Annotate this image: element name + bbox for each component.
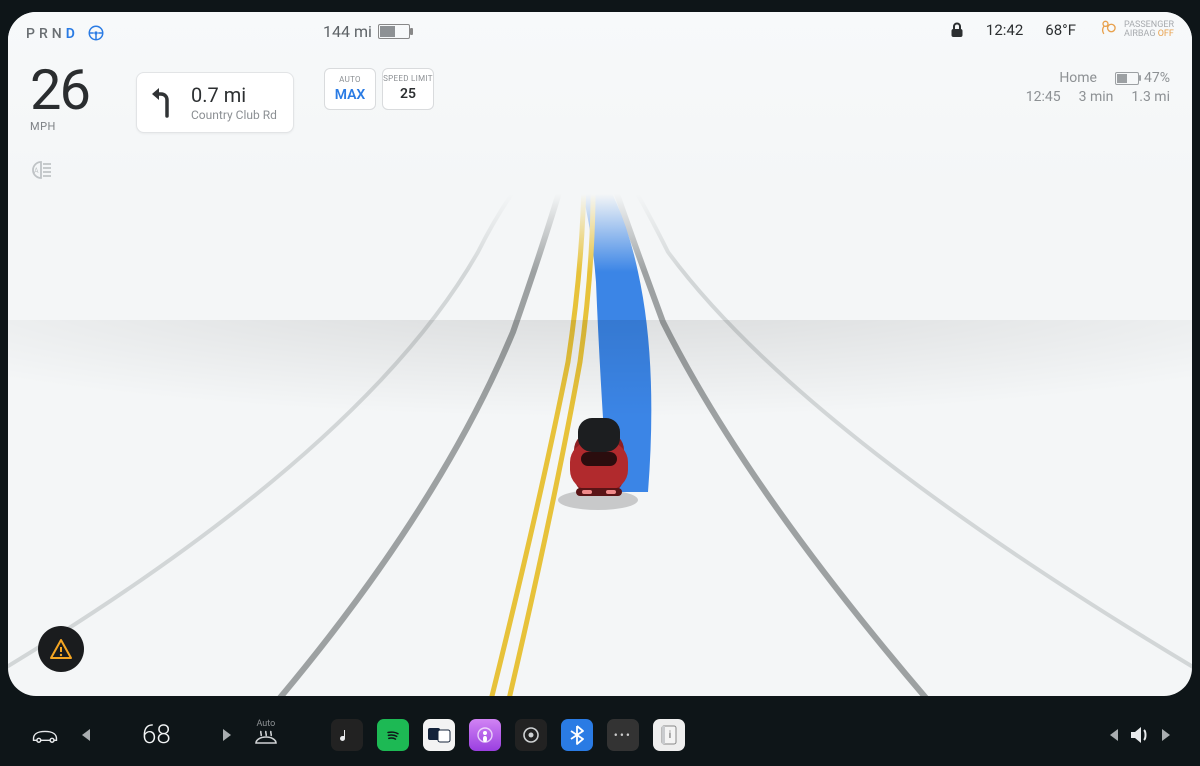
temp-up-button[interactable] [223, 729, 231, 741]
speed-limit-sign: SPEED LIMIT 25 [382, 68, 434, 110]
manual-app-icon[interactable]: i [653, 719, 685, 751]
cabin-temp[interactable]: 68 [142, 720, 171, 750]
svg-text:i: i [669, 730, 671, 741]
turn-road: Country Club Rd [191, 108, 277, 122]
more-apps-button[interactable]: ••• [607, 719, 639, 751]
lock-icon[interactable] [950, 22, 964, 38]
trip-duration: 3 min [1079, 89, 1114, 105]
tunein-app-icon[interactable] [423, 719, 455, 751]
destination-name: Home [1059, 70, 1097, 86]
next-turn-card[interactable]: 0.7 mi Country Club Rd [136, 72, 294, 133]
svg-text:A: A [34, 167, 39, 175]
passenger-airbag-indicator: PASSENGER AIRBAG OFF [1098, 18, 1174, 41]
trip-distance: 1.3 mi [1131, 89, 1170, 105]
speed-limits: AUTO MAX SPEED LIMIT 25 [324, 68, 434, 110]
car-controls-icon[interactable] [30, 720, 60, 750]
status-bar-right: 12:42 68°F PASSENGER AIRBAG OFF [950, 18, 1174, 41]
clock: 12:42 [986, 21, 1023, 39]
battery-icon [378, 24, 410, 39]
exterior-temp: 68°F [1045, 21, 1076, 39]
bottom-dock: 68 Auto ••• i [0, 704, 1200, 766]
arrival-time: 12:45 [1026, 89, 1061, 105]
music-app-icon[interactable] [331, 719, 363, 751]
podcasts-app-icon[interactable] [469, 719, 501, 751]
alert-button[interactable] [38, 626, 84, 672]
touchscreen: PRND 144 mi 12:42 68°F PASSENGER AIRBAG … [8, 12, 1192, 696]
turn-distance: 0.7 mi [191, 83, 277, 107]
gear-indicator: PRND [26, 26, 79, 42]
trip-summary[interactable]: Home 47% 12:45 3 min 1.3 mi [1026, 70, 1170, 105]
temp-down-button[interactable] [82, 729, 90, 741]
arrival-battery: 47% [1115, 70, 1170, 86]
auto-highbeam-icon: A [28, 160, 54, 184]
defrost-button[interactable]: Auto [253, 719, 279, 751]
defrost-mode-label: Auto [256, 719, 275, 729]
bluetooth-app-icon[interactable] [561, 719, 593, 751]
speed-value: 26 [30, 62, 89, 118]
range-indicator: 144 mi [323, 22, 410, 41]
volume-control[interactable] [1110, 724, 1170, 746]
range-miles: 144 mi [323, 22, 372, 41]
autopilot-icon [87, 24, 105, 46]
volume-up-button[interactable] [1162, 729, 1170, 741]
airbag-icon [1098, 18, 1118, 41]
speedometer: 26 MPH [30, 62, 89, 133]
autopilot-max-button[interactable]: AUTO MAX [324, 68, 376, 110]
speaker-icon [1128, 724, 1152, 746]
volume-down-button[interactable] [1110, 729, 1118, 741]
app-launcher: ••• i [331, 719, 685, 751]
turn-left-icon [149, 84, 179, 122]
dashcam-app-icon[interactable] [515, 719, 547, 751]
spotify-app-icon[interactable] [377, 719, 409, 751]
